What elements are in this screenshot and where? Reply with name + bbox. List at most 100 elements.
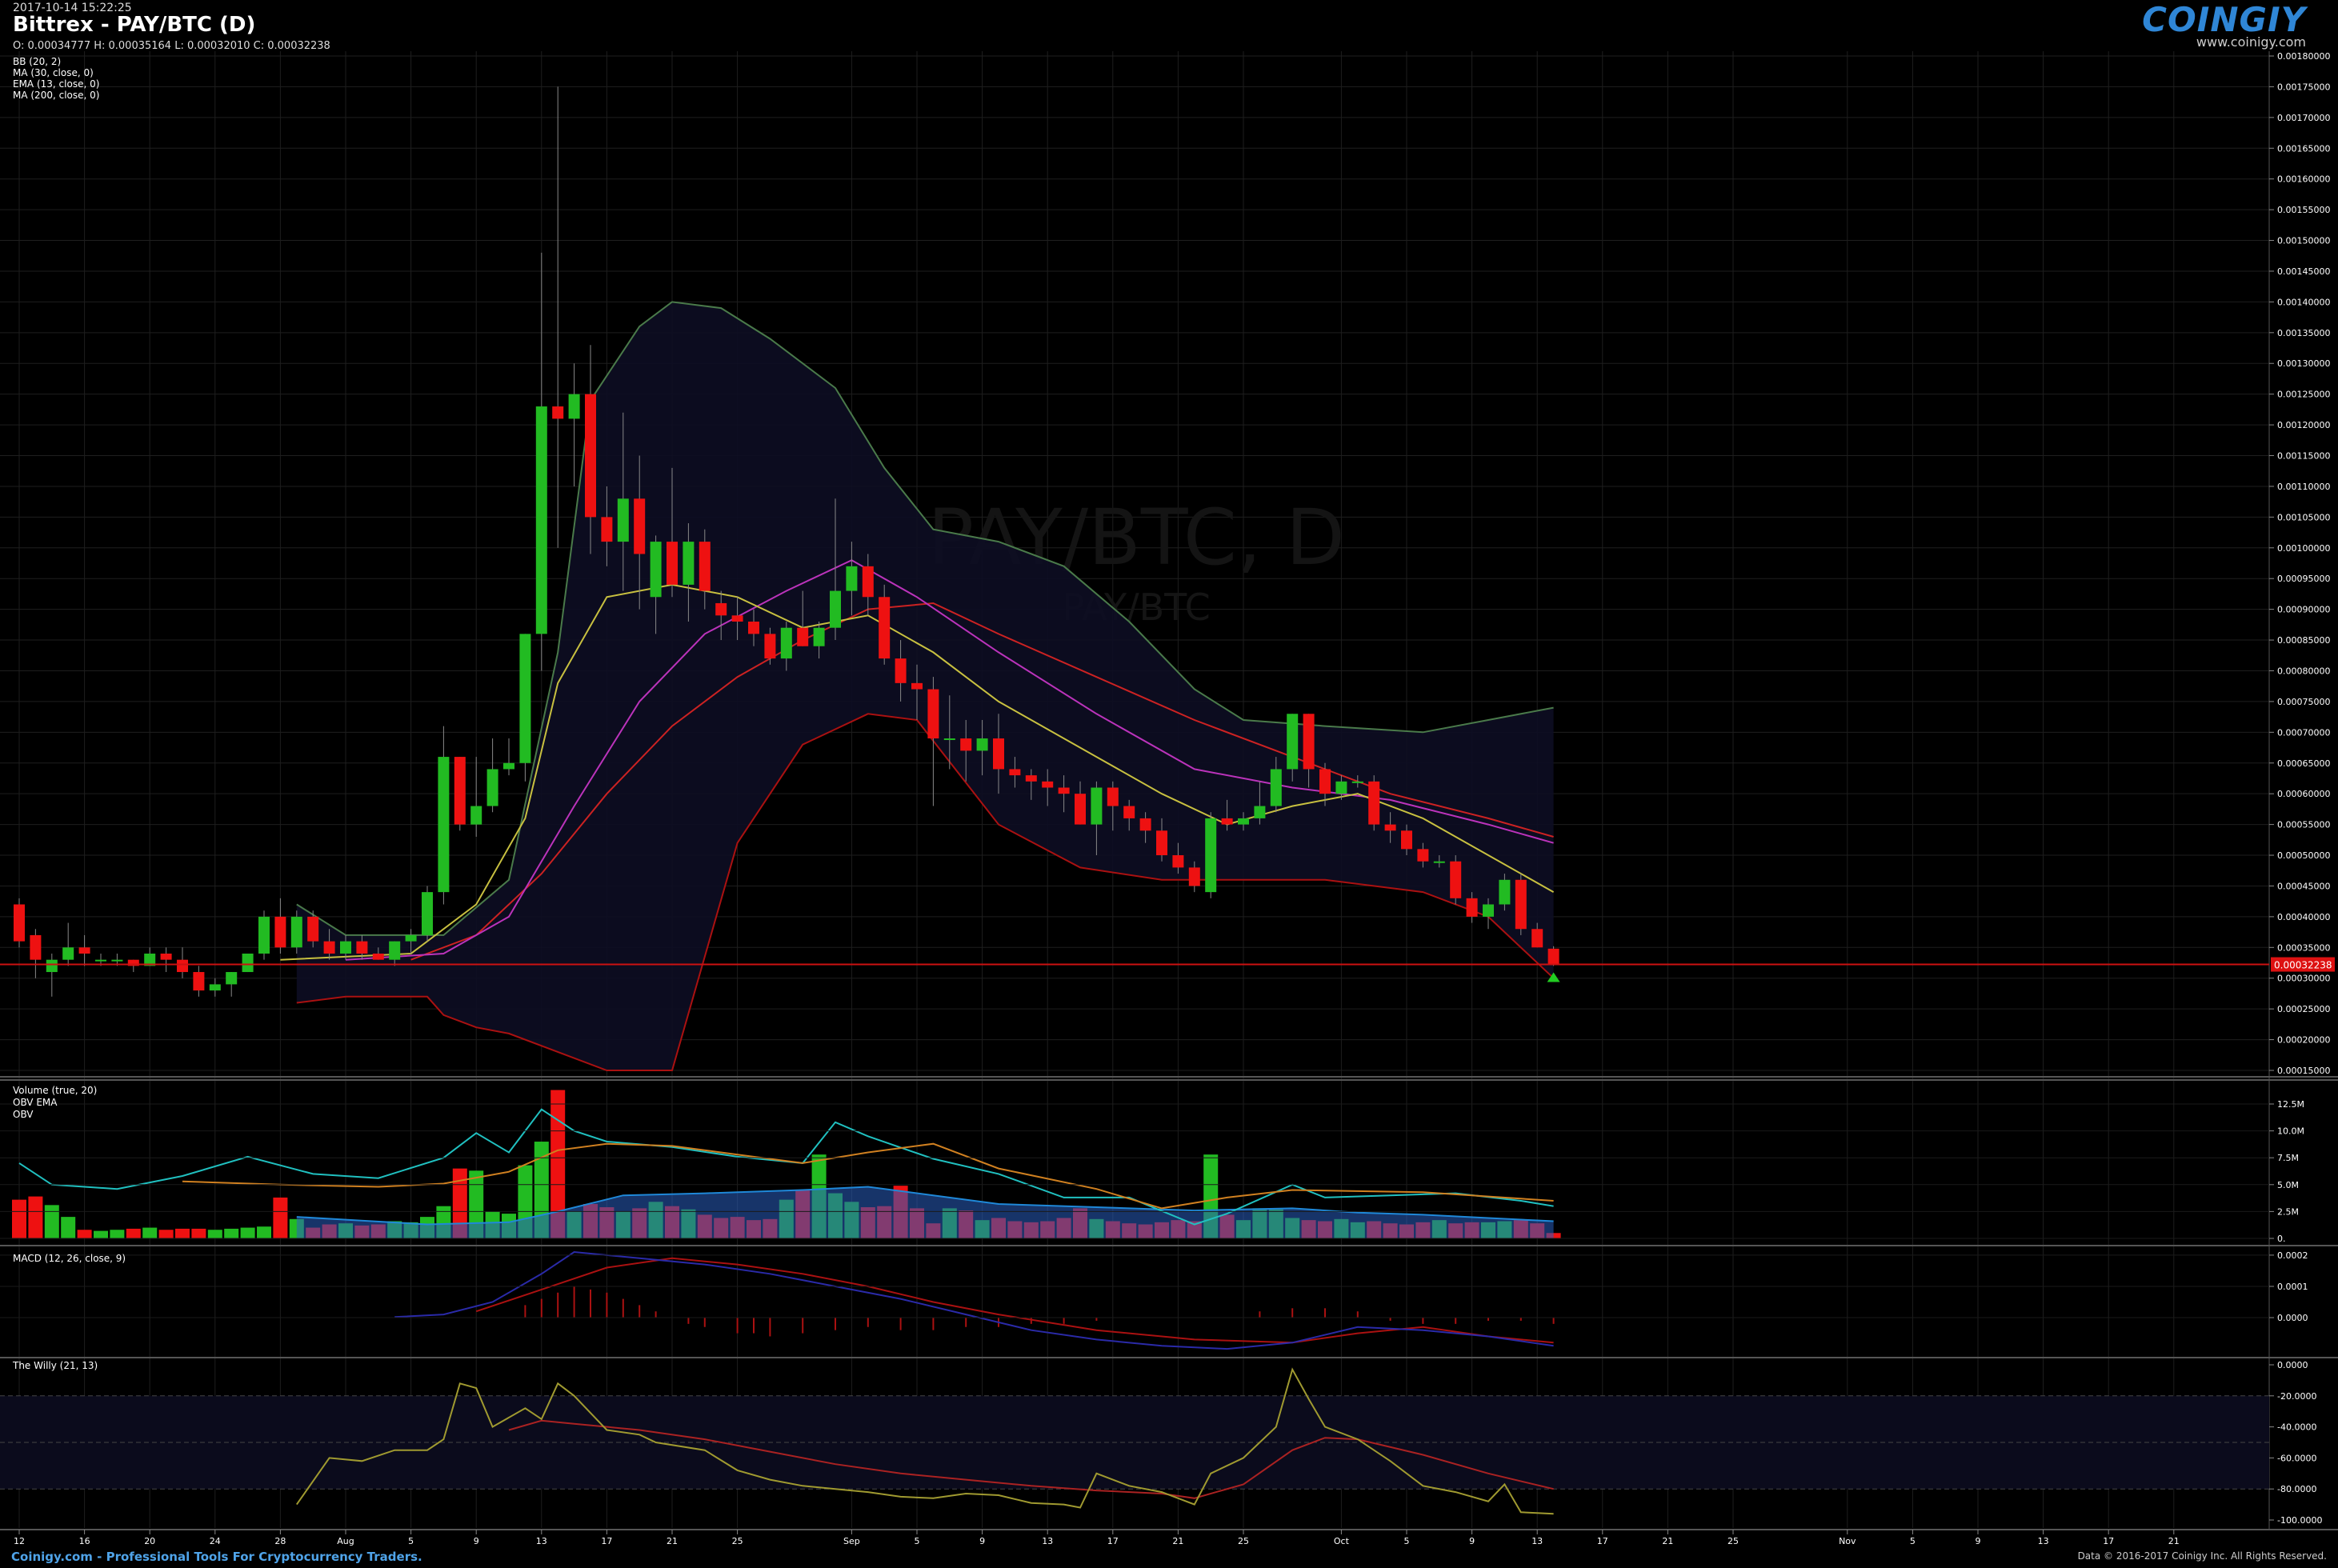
time-tick-label: 5: [1910, 1536, 1916, 1546]
candle-body: [209, 984, 221, 991]
indicator-ma30-label[interactable]: MA (30, close, 0): [13, 67, 94, 78]
price-tick-label: 0.00065000: [2277, 758, 2330, 769]
candle-body: [699, 542, 711, 591]
candle-body: [274, 916, 286, 948]
candle-body: [846, 566, 858, 591]
volume-bar: [110, 1230, 125, 1238]
logo-text: COINGIY: [2142, 0, 2306, 39]
volume-bar: [158, 1230, 174, 1238]
candle: [454, 757, 466, 831]
price-tick-label: 0.00120000: [2277, 420, 2330, 430]
indicator-bb-label[interactable]: BB (20, 2): [13, 56, 61, 67]
candle-body: [1547, 948, 1559, 965]
indicator-ema13-label[interactable]: EMA (13, close, 0): [13, 78, 99, 90]
price-tick-label: 0.00090000: [2277, 605, 2330, 615]
candle-body: [389, 941, 401, 960]
price-tick-label: 0.00135000: [2277, 328, 2330, 338]
candle-body: [927, 689, 939, 739]
candle-body: [30, 934, 42, 960]
candle-body: [1107, 787, 1119, 806]
volume-bar: [191, 1228, 206, 1238]
time-tick-label: 5: [1404, 1536, 1410, 1546]
time-tick-label: 21: [1662, 1536, 1673, 1546]
price-tick-label: 0.00080000: [2277, 666, 2330, 676]
candle-body: [111, 959, 123, 962]
candle-body: [1009, 769, 1021, 776]
candle-body: [405, 934, 417, 942]
candle-body: [764, 634, 776, 659]
price-tick-label: 0.00035000: [2277, 942, 2330, 953]
volume-bar: [28, 1196, 43, 1238]
candle-body: [14, 904, 25, 942]
candle-body: [422, 892, 433, 935]
candle-body: [226, 972, 238, 985]
coinigy-logo: COINGIY www.coinigy.com: [2142, 0, 2306, 50]
candle-body: [1319, 769, 1331, 794]
price-tick-label: 0.00155000: [2277, 205, 2330, 215]
candle-body: [617, 498, 629, 542]
candle-body: [438, 757, 450, 893]
candle-body: [1238, 818, 1249, 825]
candle-body: [1139, 818, 1151, 831]
volume-bar: [207, 1230, 222, 1238]
volume-panel-label[interactable]: Volume (true, 20): [13, 1085, 97, 1096]
macd-tick-label: 0.0000: [2277, 1313, 2308, 1323]
candle-body: [307, 916, 319, 942]
time-tick-label: 17: [1107, 1536, 1119, 1546]
volume-tick-label: 12.5M: [2277, 1099, 2304, 1110]
macd-panel-label[interactable]: MACD (12, 26, close, 9): [13, 1253, 126, 1264]
candle-body: [1303, 714, 1315, 770]
candle-body: [780, 627, 792, 659]
candle-body: [1483, 904, 1494, 917]
candle: [14, 898, 25, 948]
candle-body: [1123, 806, 1135, 818]
candle-body: [1531, 929, 1543, 948]
candle-body: [830, 590, 841, 628]
price-tick-label: 0.00015000: [2277, 1066, 2330, 1076]
obv-label[interactable]: OBV: [13, 1109, 34, 1120]
willy-panel-label[interactable]: The Willy (21, 13): [13, 1360, 98, 1371]
candle-body: [879, 597, 891, 659]
trading-chart[interactable]: PAY/BTC, DPAY/BTC0.000322380.001800000.0…: [0, 0, 2338, 1568]
volume-bar: [273, 1197, 288, 1238]
chart-title: Bittrex - PAY/BTC (D): [13, 13, 256, 37]
price-tick-label: 0.00070000: [2277, 727, 2330, 738]
price-tick-label: 0.00150000: [2277, 236, 2330, 246]
time-tick-label: 17: [601, 1536, 612, 1546]
candle-body: [290, 916, 302, 948]
obv-ema-label[interactable]: OBV EMA: [13, 1097, 57, 1108]
candle: [1515, 874, 1527, 935]
candle-body: [62, 947, 74, 960]
indicator-ma200-label[interactable]: MA (200, close, 0): [13, 90, 99, 101]
price-tick-label: 0.00060000: [2277, 789, 2330, 799]
volume-bar: [142, 1227, 158, 1238]
candle-body: [960, 738, 972, 751]
candle-body: [1188, 867, 1200, 886]
time-tick-label: 25: [732, 1536, 743, 1546]
candle: [1368, 775, 1380, 831]
price-tick-label: 0.00180000: [2277, 51, 2330, 62]
candle-body: [1401, 830, 1412, 850]
candle-body: [486, 769, 498, 806]
price-tick-label: 0.00140000: [2277, 297, 2330, 307]
willy-tick-label: -40.0000: [2277, 1422, 2316, 1433]
price-tick-label: 0.00105000: [2277, 512, 2330, 522]
footer-tagline[interactable]: Coinigy.com - Professional Tools For Cry…: [11, 1550, 422, 1564]
candle-body: [323, 941, 335, 954]
candle-body: [797, 627, 809, 646]
price-tick-label: 0.00085000: [2277, 635, 2330, 646]
candle-body: [503, 762, 514, 770]
time-tick-label: 21: [2168, 1536, 2180, 1546]
candle-body: [683, 542, 695, 585]
willy-tick-label: -80.0000: [2277, 1484, 2316, 1494]
candle-body: [1058, 787, 1070, 794]
candle-body: [650, 542, 662, 598]
volume-bar: [94, 1230, 108, 1238]
candle-body: [242, 953, 254, 973]
time-tick-label: 24: [210, 1536, 221, 1546]
candle-body: [356, 941, 368, 954]
volume-bar: [224, 1228, 239, 1238]
volume-bar: [175, 1228, 190, 1238]
price-tick-label: 0.00095000: [2277, 574, 2330, 584]
candle-body: [748, 622, 759, 634]
